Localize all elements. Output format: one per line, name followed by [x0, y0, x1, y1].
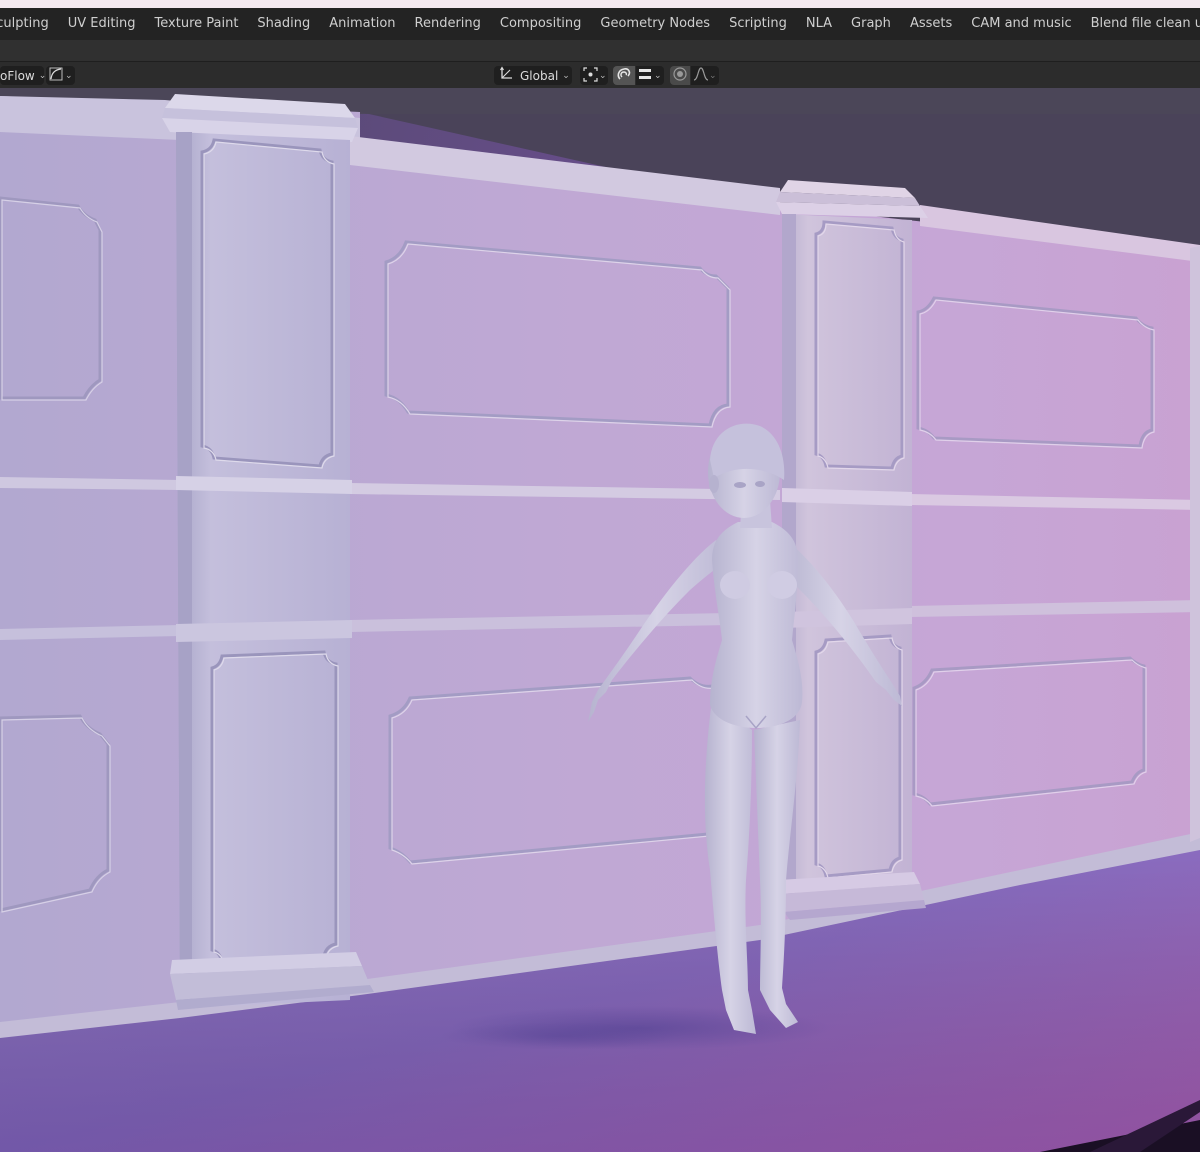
pivot-point-dropdown[interactable]: ⌄ [580, 66, 608, 85]
viewport-scene [0, 88, 1200, 1152]
tab-blend-file-clean-up[interactable]: Blend file clean up [1081, 8, 1200, 40]
chevron-down-icon: ⌄ [709, 70, 717, 81]
tab-graph[interactable]: Graph [842, 8, 901, 40]
left-pillar [162, 94, 374, 1010]
tab-nla[interactable]: NLA [796, 8, 841, 40]
falloff-curve-icon [693, 67, 709, 84]
tab-assets[interactable]: Assets [900, 8, 961, 40]
window-top-strip [0, 0, 1200, 8]
tool-settings-bar: oFlow ⌄ ⌄ Global ⌄ ⌄ ⌄ ⌄ [0, 62, 1200, 88]
pivot-point-icon [583, 66, 598, 85]
tab-scripting[interactable]: Scripting [720, 8, 797, 40]
snap-target-dropdown[interactable]: ⌄ [636, 66, 664, 85]
chevron-down-icon: ⌄ [599, 70, 607, 81]
tab-cam-and-music[interactable]: CAM and music [962, 8, 1081, 40]
tab-animation[interactable]: Animation [320, 8, 405, 40]
transform-orientation-dropdown[interactable]: Global ⌄ [494, 66, 572, 85]
tab-sculpting[interactable]: Sculpting [0, 8, 58, 40]
proportional-falloff-dropdown[interactable]: ⌄ [691, 66, 719, 85]
tab-uv-editing[interactable]: UV Editing [58, 8, 145, 40]
chevron-down-icon: ⌄ [562, 70, 570, 81]
transform-axes-icon [498, 66, 514, 85]
workspace-tab-bar: Sculpting UV Editing Texture Paint Shadi… [0, 8, 1200, 40]
tab-rendering[interactable]: Rendering [405, 8, 490, 40]
proportional-edit-icon [673, 67, 687, 84]
snap-magnet-icon [617, 67, 632, 85]
3d-viewport[interactable] [0, 88, 1200, 1152]
chevron-down-icon: ⌄ [65, 70, 73, 81]
orientation-value: Global [520, 68, 559, 83]
chevron-down-icon: ⌄ [654, 70, 662, 81]
brush-selector[interactable]: oFlow ⌄ [0, 66, 46, 85]
curve-icon [49, 67, 63, 84]
snap-increment-icon [638, 67, 652, 84]
tab-texture-paint[interactable]: Texture Paint [145, 8, 248, 40]
snap-toggle[interactable] [613, 66, 635, 85]
tab-geometry-nodes[interactable]: Geometry Nodes [591, 8, 720, 40]
tab-compositing[interactable]: Compositing [490, 8, 591, 40]
tab-shading[interactable]: Shading [248, 8, 320, 40]
proportional-editing-toggle[interactable] [670, 66, 690, 85]
brush-name: oFlow [0, 68, 35, 83]
stroke-curve-selector[interactable]: ⌄ [46, 66, 75, 85]
right-pillar [776, 180, 928, 920]
editor-header [0, 40, 1200, 61]
